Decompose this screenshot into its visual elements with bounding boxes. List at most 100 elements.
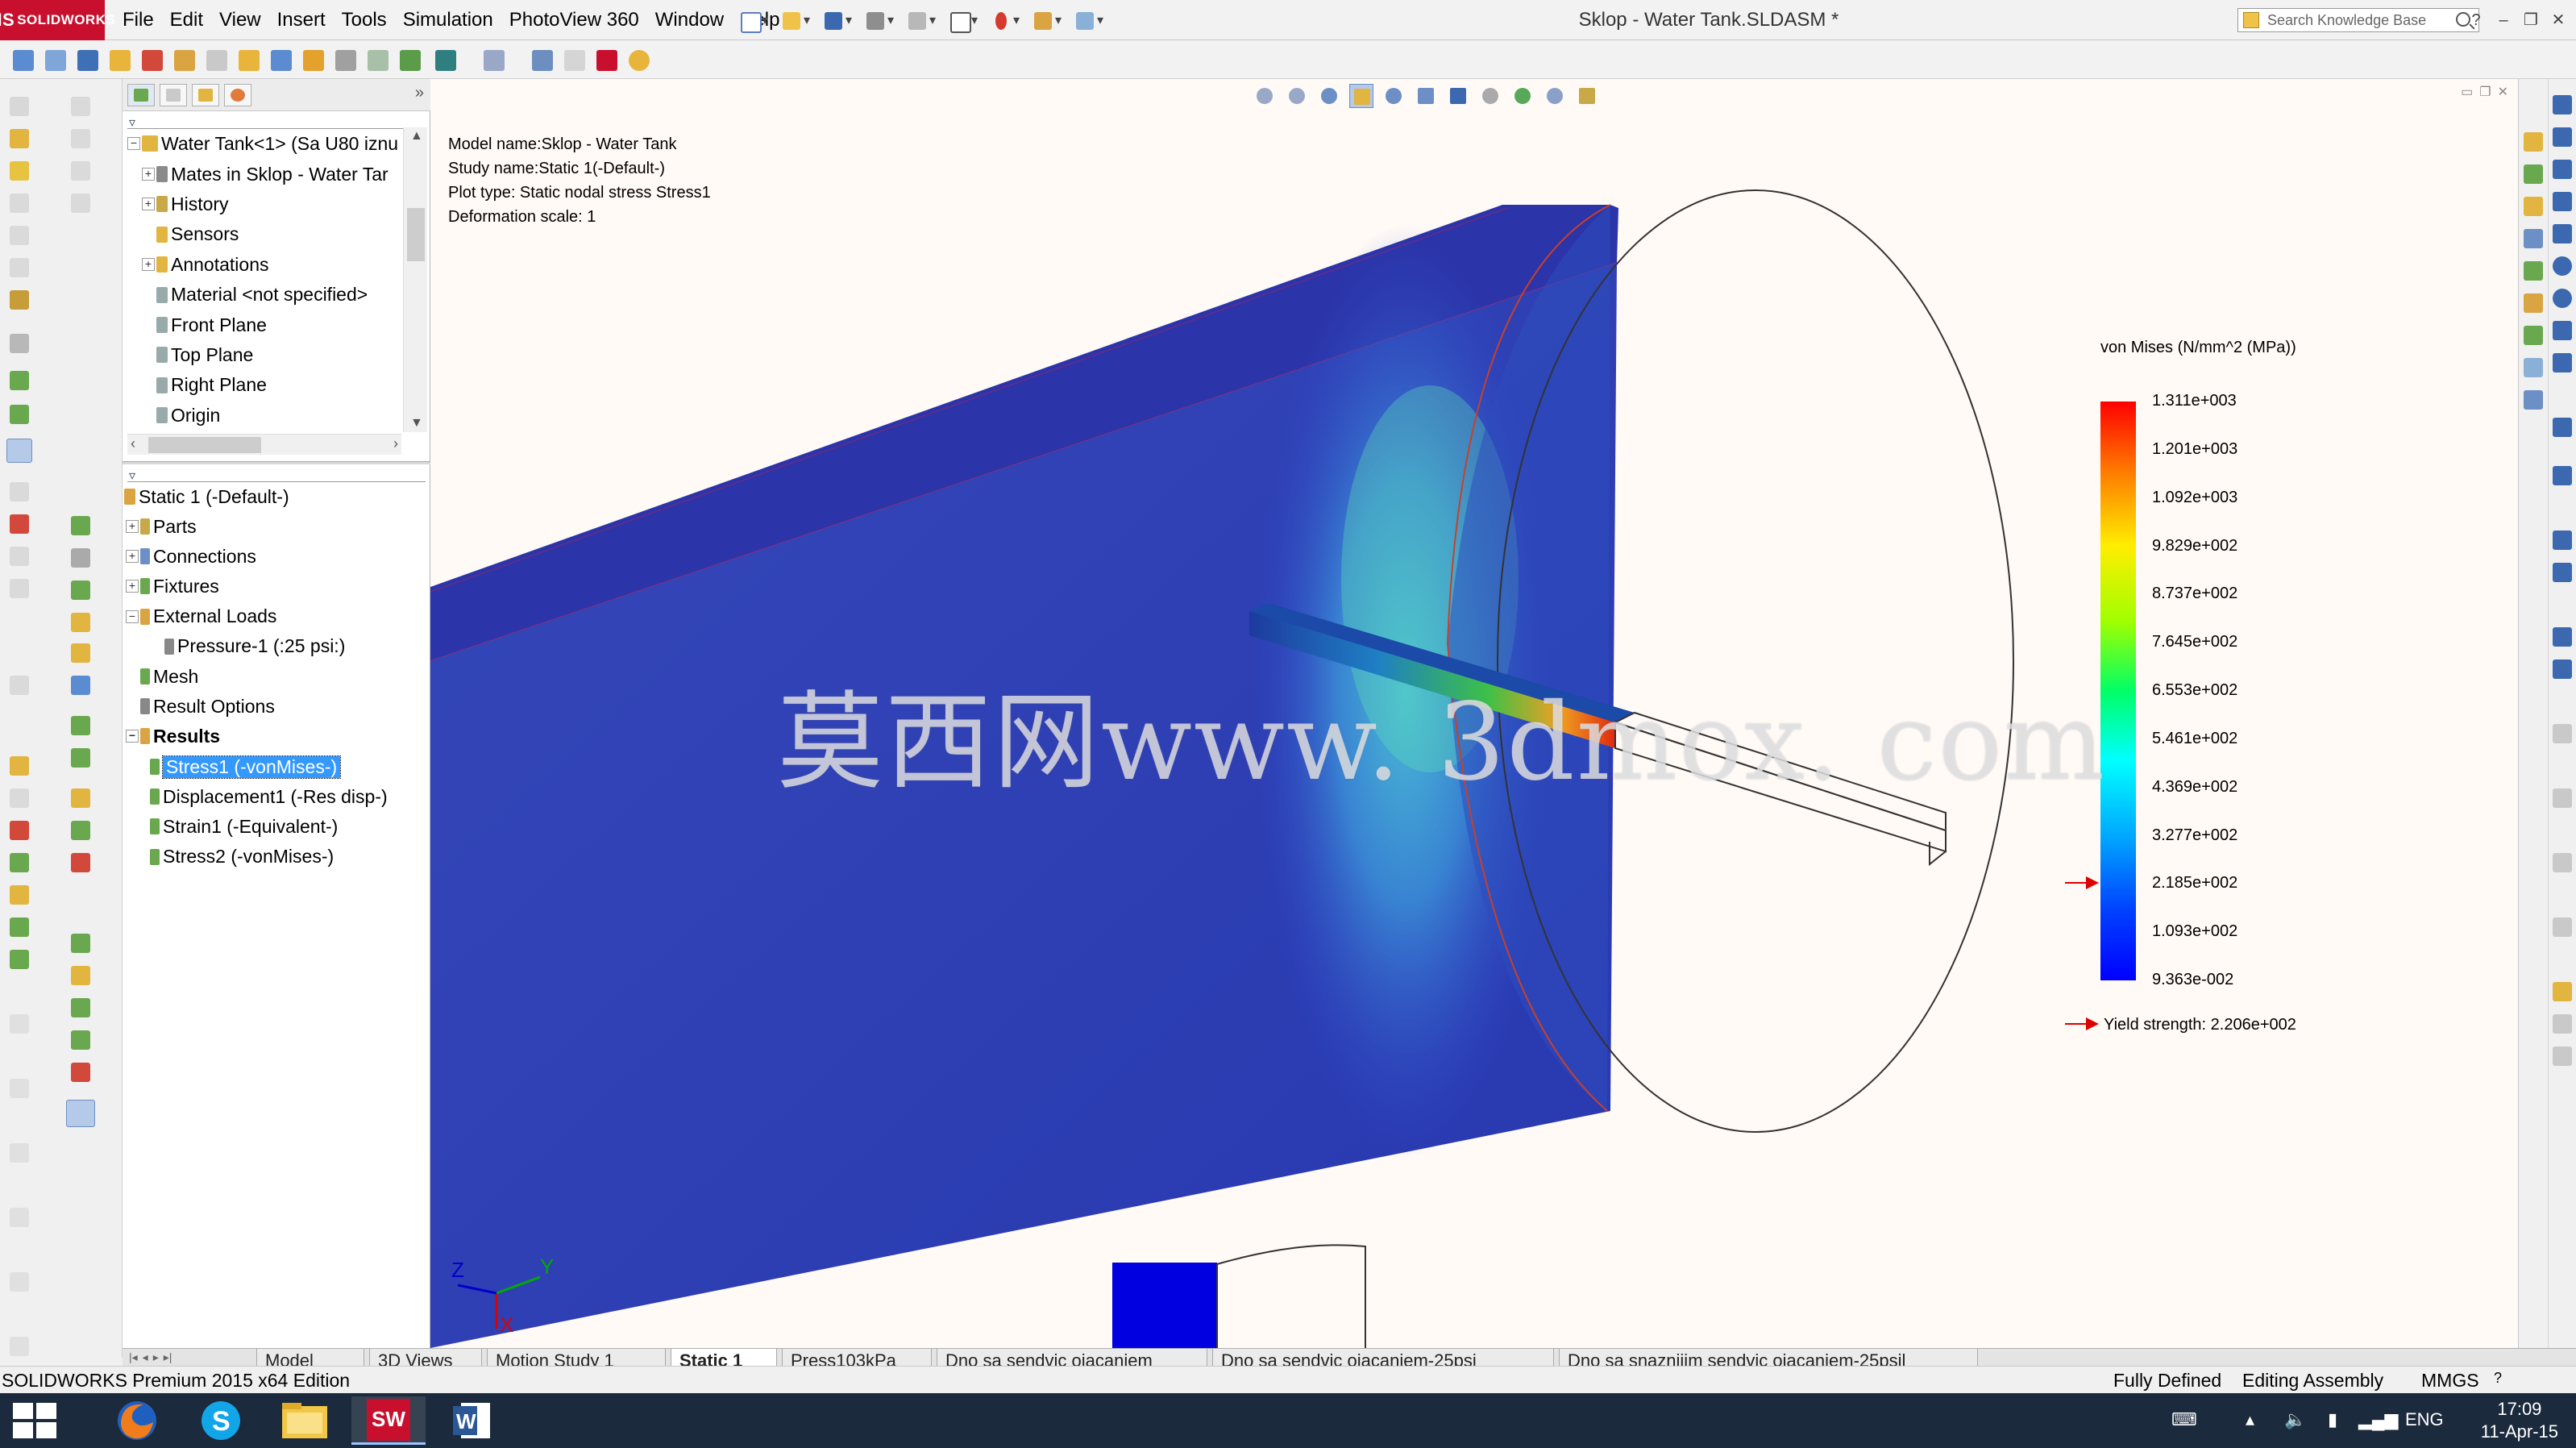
solidworks-logo[interactable]: ƋSSOLIDWORKS: [0, 0, 115, 40]
sketch-slot-icon[interactable]: [2553, 224, 2572, 243]
toolbar-icon-1[interactable]: [10, 97, 29, 116]
connections-icon[interactable]: [174, 50, 195, 71]
hide-show-items-icon[interactable]: [1478, 84, 1502, 108]
tab-configuration-manager[interactable]: [192, 84, 219, 106]
new-study-icon[interactable]: [45, 50, 66, 71]
close-icon[interactable]: ✕: [2547, 9, 2570, 31]
study-tree-item[interactable]: Pressure-1 (:25 psi:): [150, 632, 345, 661]
task-pane-icon-1[interactable]: [2524, 132, 2543, 152]
sketch-rectangle-icon[interactable]: [2553, 192, 2572, 211]
expand-icon[interactable]: +: [142, 258, 155, 272]
sketch-relations-icon[interactable]: [2553, 982, 2572, 1001]
sketch-line-icon[interactable]: [2553, 160, 2572, 179]
bottom-tab[interactable]: Motion Study 1: [487, 1349, 666, 1366]
toolbar-icon-17[interactable]: [10, 788, 29, 808]
toolbar-icon-22[interactable]: [10, 950, 29, 969]
previous-view-icon[interactable]: [1317, 84, 1341, 108]
scroll-up-arrow[interactable]: ▲: [410, 129, 423, 144]
viewport-restore-icon[interactable]: ❐: [2479, 84, 2491, 100]
toolbar-icon-16[interactable]: [10, 756, 29, 776]
toolbar-icon-20[interactable]: [10, 885, 29, 905]
battery-icon[interactable]: ▮: [2328, 1409, 2337, 1430]
scroll-thumb-horizontal[interactable]: [148, 437, 261, 453]
open-folder-icon[interactable]: [775, 6, 812, 34]
viewport-split-icon[interactable]: ▭: [2461, 84, 2473, 100]
sketch-point-icon[interactable]: [2553, 466, 2572, 485]
study-tree-item[interactable]: − Results: [126, 722, 220, 751]
study-tree-item[interactable]: Mesh: [126, 662, 198, 691]
task-pane-icon-8[interactable]: [2524, 358, 2543, 377]
tree-item[interactable]: Origin: [142, 401, 220, 430]
toolbar-icon-32[interactable]: [71, 193, 90, 213]
toolbar-icon-34[interactable]: [71, 548, 90, 568]
tree-item[interactable]: + History: [142, 189, 229, 218]
toolbar-icon-36[interactable]: [71, 613, 90, 632]
edit-appearance-icon[interactable]: [1510, 84, 1535, 108]
bottom-tab[interactable]: Dno sa snaznijim sendvic ojacanjem-25psi…: [1559, 1349, 1978, 1366]
study-root[interactable]: Static 1 (-Default-): [124, 482, 289, 511]
toolbar-icon-9[interactable]: [10, 371, 29, 390]
fixtures-advisor-icon[interactable]: [110, 50, 131, 71]
toolbar-icon-12[interactable]: [10, 514, 29, 534]
toolbar-icon-10[interactable]: [10, 405, 29, 424]
toolbar-icon-27[interactable]: [10, 1272, 29, 1292]
study-tree-item[interactable]: − External Loads: [126, 602, 276, 631]
taskbar-clock[interactable]: 17:09 11-Apr-15: [2481, 1398, 2558, 1443]
first-tab-icon[interactable]: |◂: [129, 1350, 138, 1364]
expand-icon[interactable]: +: [126, 580, 139, 593]
menu-edit[interactable]: Edit: [162, 9, 211, 31]
sketch-mirror-icon[interactable]: [2553, 724, 2572, 743]
sketch-repair-icon[interactable]: [2553, 1014, 2572, 1034]
sketch-tool-icon-1[interactable]: [2553, 95, 2572, 114]
expand-icon[interactable]: −: [126, 730, 139, 743]
new-document-icon[interactable]: [733, 6, 771, 34]
expand-panel-icon[interactable]: »: [415, 84, 424, 102]
toolbar-icon-35[interactable]: [71, 580, 90, 600]
toolbar-icon-44[interactable]: [71, 934, 90, 953]
study-tree-filter[interactable]: ▿: [127, 466, 426, 483]
toolbar-icon-39[interactable]: [71, 716, 90, 735]
restore-icon[interactable]: ❐: [2520, 9, 2542, 31]
study-advisor-icon[interactable]: [13, 50, 34, 71]
menu-view[interactable]: View: [211, 9, 269, 31]
toolbar-icon-28[interactable]: [10, 1337, 29, 1356]
check-icon[interactable]: [564, 50, 585, 71]
toolbar-icon-3[interactable]: [10, 161, 29, 181]
menu-photoview[interactable]: PhotoView 360: [501, 9, 647, 31]
sketch-spline-icon[interactable]: [2553, 321, 2572, 340]
toolbar-icon-47[interactable]: [71, 1030, 90, 1050]
toolbar-icon-31[interactable]: [71, 161, 90, 181]
rebuild-icon[interactable]: [985, 6, 1022, 34]
last-tab-icon[interactable]: ▸|: [164, 1350, 172, 1364]
toolbar-icon-33[interactable]: [71, 516, 90, 535]
expand-icon[interactable]: +: [126, 550, 139, 564]
tree-item[interactable]: Front Plane: [142, 310, 267, 339]
toolbar-icon-25[interactable]: [10, 1143, 29, 1163]
scroll-right-arrow[interactable]: ›: [393, 435, 398, 452]
tree-scrollbar-horizontal[interactable]: ‹ ›: [127, 434, 401, 455]
expand-icon[interactable]: +: [142, 198, 155, 211]
bottom-tab[interactable]: Dno sa sendvic ojacanjem-25psi: [1212, 1349, 1554, 1366]
toolbar-icon-14[interactable]: [10, 579, 29, 598]
toolbar-icon-43[interactable]: [71, 853, 90, 872]
show-hidden-icons-icon[interactable]: ▴: [2246, 1409, 2254, 1430]
toolbar-icon-active[interactable]: [6, 439, 32, 463]
simulation-help-icon[interactable]: [629, 50, 650, 71]
prev-tab-icon[interactable]: ◂: [143, 1350, 148, 1364]
shell-manager-icon[interactable]: [206, 50, 227, 71]
toolbar-icon-21[interactable]: [10, 917, 29, 937]
tab-display-manager[interactable]: [224, 84, 251, 106]
include-image-icon[interactable]: [532, 50, 553, 71]
word-icon[interactable]: W: [435, 1396, 509, 1445]
task-pane-icon-6[interactable]: [2524, 293, 2543, 313]
scroll-left-arrow[interactable]: ‹: [131, 435, 135, 452]
tree-item[interactable]: + Mates in Sklop - Water Tar: [142, 160, 388, 189]
collapse-icon[interactable]: −: [127, 137, 140, 150]
display-style-icon[interactable]: [1446, 84, 1470, 108]
scroll-thumb[interactable]: [407, 208, 425, 261]
tab-feature-manager[interactable]: [127, 84, 155, 106]
toolbar-icon-41[interactable]: [71, 788, 90, 808]
volume-icon[interactable]: 🔈: [2284, 1409, 2306, 1430]
toolbar-icon-4[interactable]: [10, 193, 29, 213]
apply-scene-icon[interactable]: [1543, 84, 1567, 108]
